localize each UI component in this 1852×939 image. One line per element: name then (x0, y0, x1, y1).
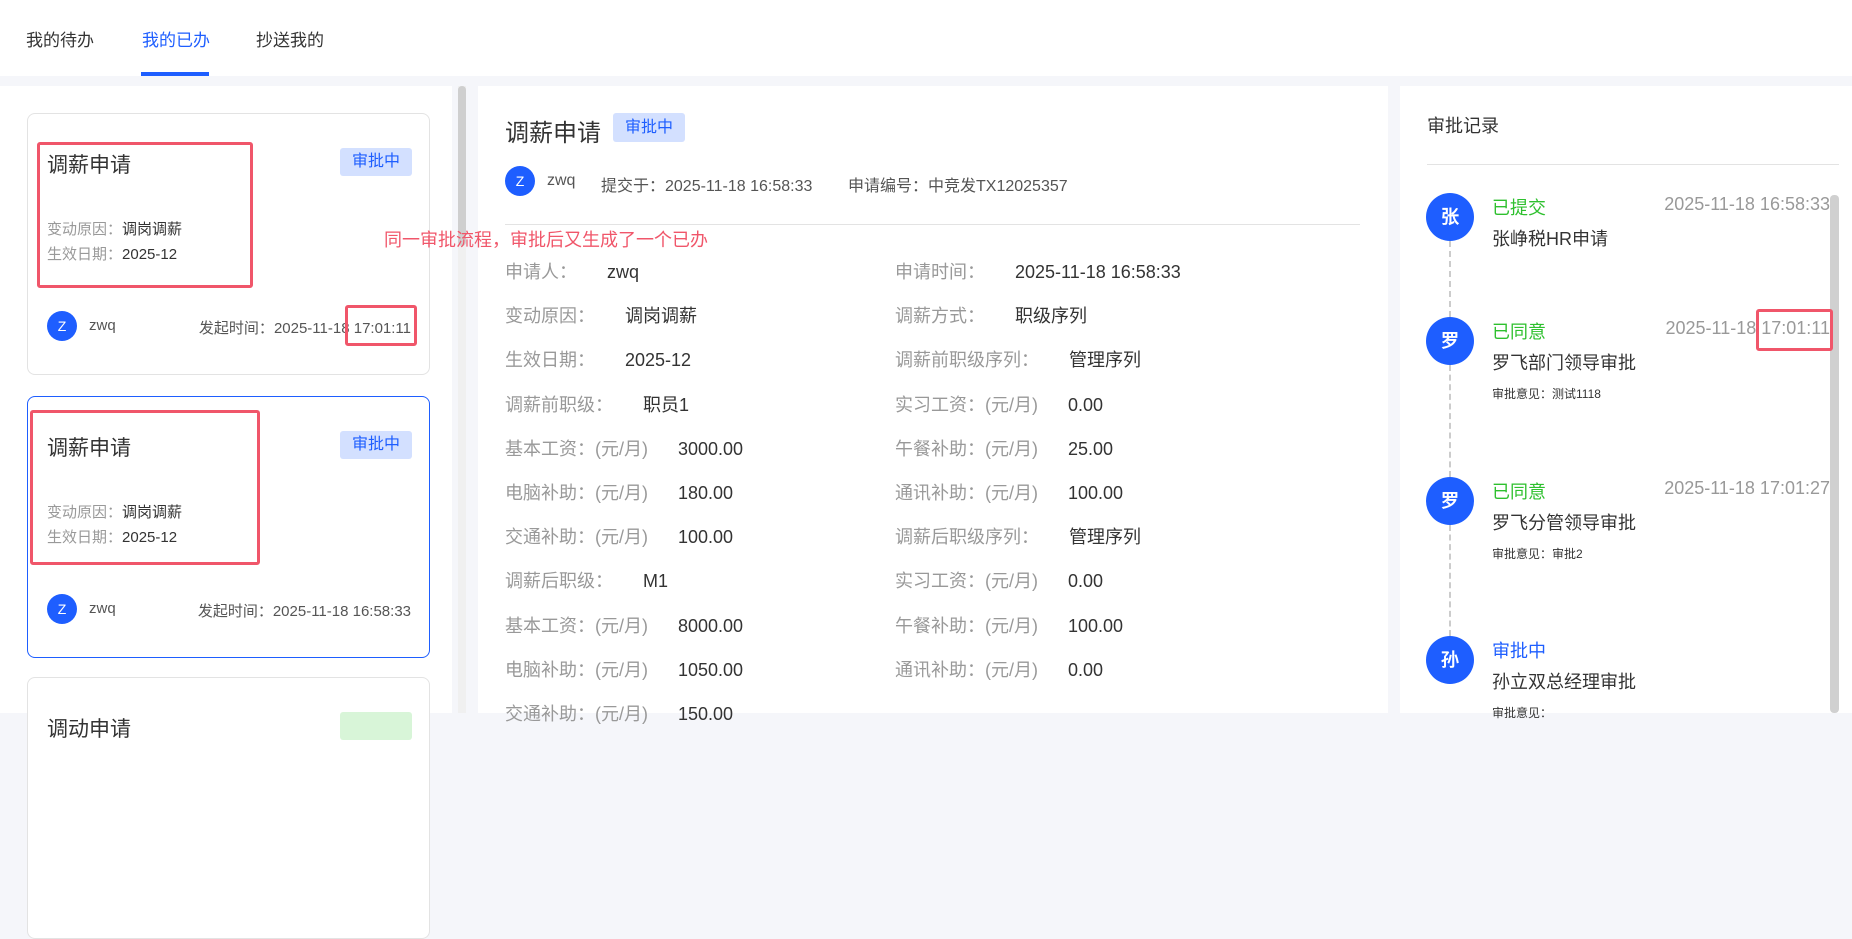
approver-avatar: 孙 (1426, 636, 1474, 684)
annotation-note: 同一审批流程，审批后又生成了一个已办 (384, 230, 708, 250)
approval-records-panel (1400, 86, 1852, 713)
record-status: 审批中 (1492, 641, 1546, 661)
tab-my-done[interactable]: 我的已办 (142, 26, 210, 51)
field-row: 交通补助：(元/月) 100.00 (505, 527, 734, 548)
card-title: 调薪申请 (47, 437, 131, 460)
record-step: 张峥税HR申请 (1492, 229, 1608, 249)
card-user: zwq (89, 600, 116, 617)
card-effective-date: 生效日期：2025-12 (47, 246, 178, 263)
field-row: 申请人： zwq (505, 262, 640, 282)
field-row: 通讯补助：(元/月) 0.00 (895, 659, 1104, 680)
card-time: 发起时间：2025-11-18 17:01:11 (198, 320, 411, 337)
status-badge (340, 712, 412, 740)
record-opinion: 审批意见：审批2 (1492, 547, 1583, 561)
card-title: 调动申请 (47, 718, 131, 741)
detail-user: zwq (547, 172, 576, 189)
field-row: 变动原因： 调岗调薪 (505, 306, 697, 327)
request-card[interactable]: 调动申请 (27, 677, 430, 939)
card-reason: 变动原因：调岗调薪 (47, 221, 183, 238)
list-scrollbar[interactable] (458, 86, 466, 713)
card-title: 调薪申请 (47, 154, 131, 177)
field-row: 调薪前职级： 职员1 (505, 394, 690, 415)
field-row: 交通补助：(元/月) 150.00 (505, 704, 734, 724)
field-row: 调薪前职级序列： 管理序列 (895, 350, 1141, 371)
field-row: 实习工资：(元/月) 0.00 (895, 394, 1104, 415)
card-time: 发起时间：2025-11-18 16:58:33 (197, 603, 411, 620)
card-effective-date: 生效日期：2025-12 (47, 529, 178, 546)
approver-avatar: 罗 (1426, 317, 1474, 365)
records-scrollbar[interactable] (1830, 195, 1839, 713)
detail-status-badge: 审批中 (613, 113, 685, 142)
submitted-time: 提交于：2025-11-18 16:58:33 (601, 178, 813, 195)
request-card[interactable]: 调薪申请 审批中 变动原因：调岗调薪 生效日期：2025-12 Z zwq 发起… (27, 396, 430, 658)
record-status: 已同意 (1492, 322, 1546, 342)
field-row: 生效日期： 2025-12 (505, 350, 692, 371)
field-row: 午餐补助：(元/月) 100.00 (895, 615, 1124, 636)
status-badge: 审批中 (340, 431, 412, 459)
approver-avatar: 张 (1426, 193, 1474, 241)
field-row: 调薪方式： 职级序列 (895, 306, 1087, 327)
field-row: 通讯补助：(元/月) 100.00 (895, 483, 1124, 503)
field-row: 实习工资：(元/月) 0.00 (895, 571, 1104, 592)
field-row: 调薪后职级： M1 (505, 571, 669, 592)
record-status: 已同意 (1492, 482, 1546, 502)
divider (505, 224, 1360, 225)
field-row: 午餐补助：(元/月) 25.00 (895, 438, 1114, 459)
record-status: 已提交 (1492, 198, 1546, 218)
avatar: Z (47, 594, 77, 624)
avatar: Z (505, 166, 535, 196)
tab-cc-me[interactable]: 抄送我的 (256, 26, 324, 51)
active-tab-indicator (141, 72, 209, 76)
detail-title: 调薪申请 (505, 120, 601, 147)
field-row: 申请时间： 2025-11-18 16:58:33 (895, 262, 1181, 282)
record-opinion: 审批意见：测试1118 (1492, 387, 1601, 401)
avatar: Z (47, 311, 77, 341)
record-step: 罗飞部门领导审批 (1492, 353, 1636, 373)
divider (1427, 164, 1839, 165)
record-time: 2025-11-18 17:01:11 (1665, 318, 1830, 338)
card-reason: 变动原因：调岗调薪 (47, 504, 183, 521)
card-user: zwq (89, 317, 116, 334)
records-title: 审批记录 (1427, 116, 1499, 136)
status-badge: 审批中 (340, 148, 412, 176)
field-row: 电脑补助：(元/月) 1050.00 (505, 659, 744, 680)
timeline-connector (1449, 241, 1451, 317)
timeline-connector (1449, 525, 1451, 636)
record-time: 2025-11-18 16:58:33 (1664, 194, 1830, 214)
record-step: 罗飞分管领导审批 (1492, 513, 1636, 533)
field-row: 基本工资：(元/月) 8000.00 (505, 615, 744, 636)
tab-my-todo[interactable]: 我的待办 (26, 26, 94, 51)
approver-avatar: 罗 (1426, 477, 1474, 525)
record-time: 2025-11-18 17:01:27 (1664, 478, 1830, 498)
field-row: 调薪后职级序列： 管理序列 (895, 527, 1141, 548)
timeline-connector (1449, 365, 1451, 477)
request-card[interactable]: 调薪申请 审批中 变动原因：调岗调薪 生效日期：2025-12 Z zwq 发起… (27, 113, 430, 375)
field-row: 电脑补助：(元/月) 180.00 (505, 483, 734, 503)
application-number: 申请编号：中竞发TX12025357 (848, 178, 1068, 195)
record-step: 孙立双总经理审批 (1492, 672, 1636, 692)
field-row: 基本工资：(元/月) 3000.00 (505, 438, 744, 459)
